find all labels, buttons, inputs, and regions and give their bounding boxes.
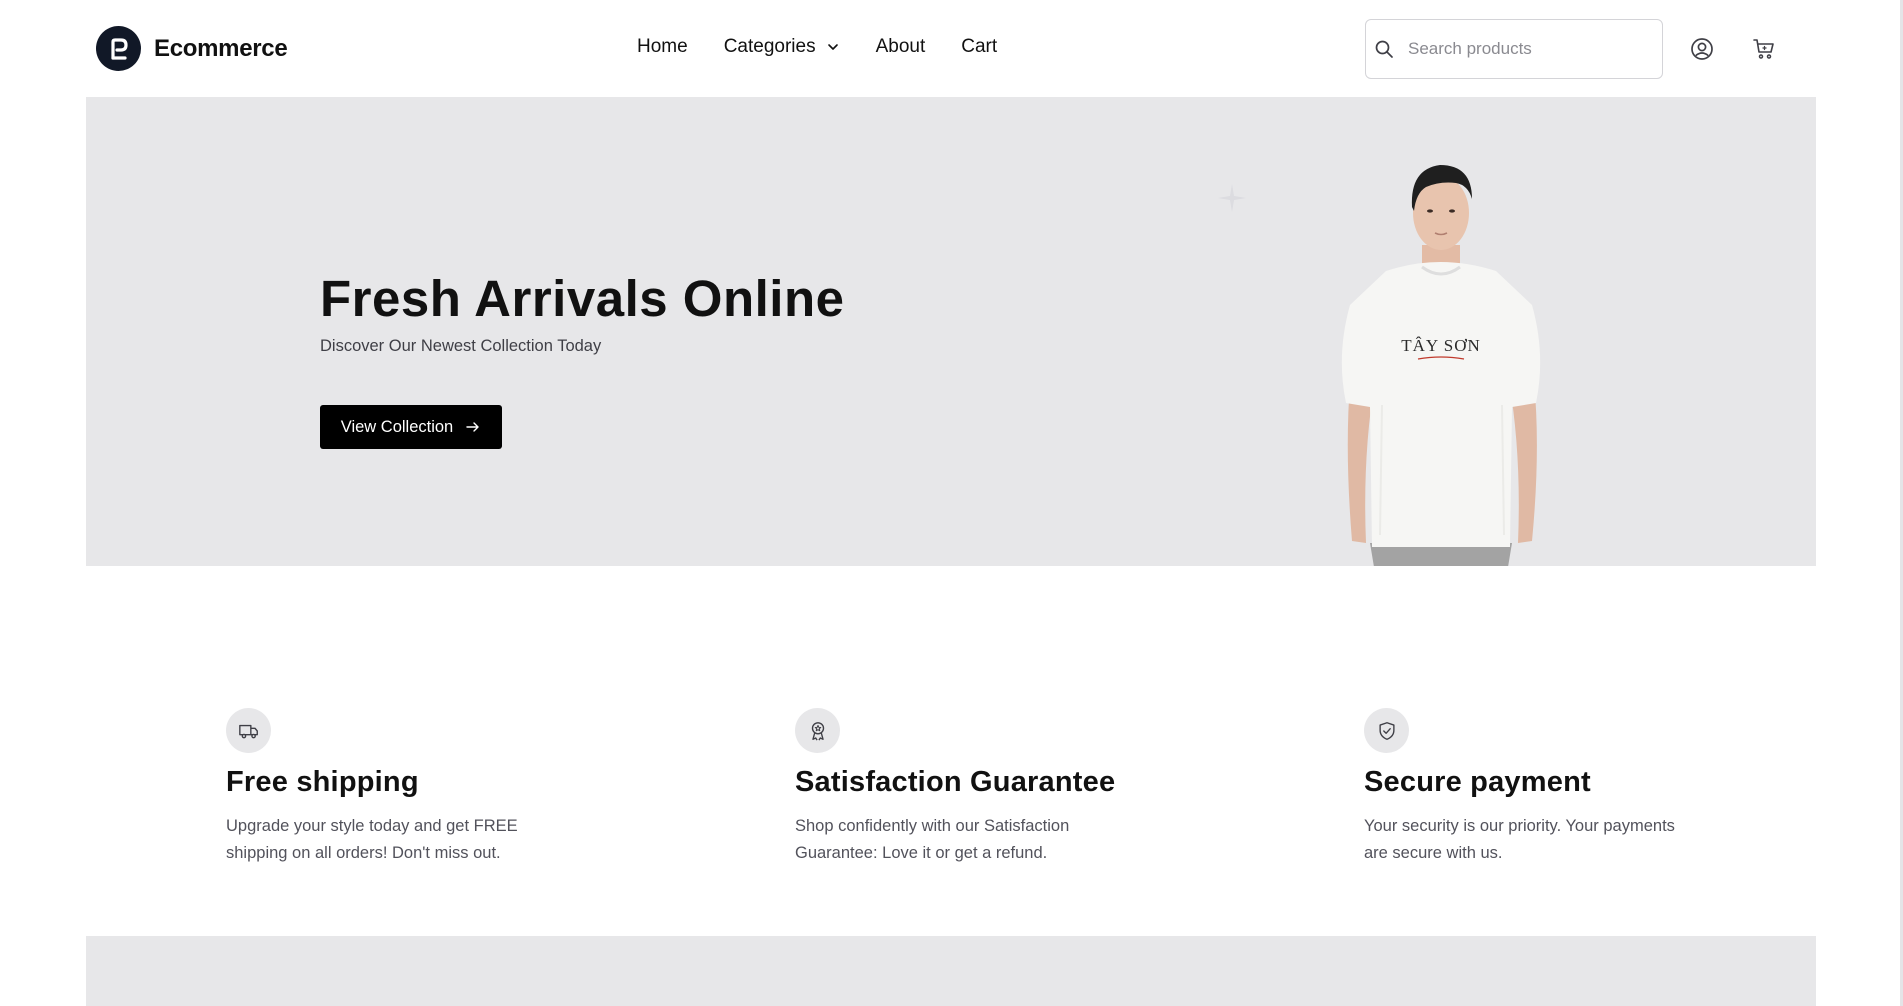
truck-icon-badge <box>226 708 271 753</box>
feature-description: Upgrade your style today and get FREE sh… <box>226 817 518 862</box>
shield-check-icon <box>1378 721 1395 740</box>
nav-categories-label: Categories <box>723 36 816 57</box>
feature-title: Free shipping <box>226 766 419 798</box>
nav-about[interactable]: About <box>876 36 926 58</box>
feature-secure-payment: Secure payment Your security is our prio… <box>1364 708 1724 867</box>
feature-description: Shop confidently with our Satisfaction G… <box>795 817 1070 862</box>
shopping-cart-icon <box>1753 39 1774 59</box>
nav-home[interactable]: Home <box>637 36 688 58</box>
account-button[interactable] <box>1689 36 1715 62</box>
next-section-banner <box>86 936 1816 1006</box>
cart-button[interactable] <box>1751 36 1777 62</box>
feature-free-shipping: Free shipping Upgrade your style today a… <box>226 708 586 867</box>
brand-name: Ecommerce <box>154 34 288 62</box>
hero-banner: Fresh Arrivals Online Discover Our Newes… <box>86 97 1816 566</box>
shield-check-icon-badge <box>1364 708 1409 753</box>
brand-logo-link[interactable]: Ecommerce <box>96 26 288 71</box>
user-circle-icon <box>1691 38 1713 60</box>
hero-title: Fresh Arrivals Online <box>320 270 845 327</box>
chevron-down-icon <box>827 44 838 50</box>
hero-model-image: TÂY SƠN <box>1341 165 1541 566</box>
view-collection-button[interactable]: View Collection <box>320 405 502 449</box>
hero-subtitle: Discover Our Newest Collection Today <box>320 337 602 355</box>
feature-title: Secure payment <box>1364 766 1591 798</box>
truck-icon <box>238 724 258 738</box>
site-header: Ecommerce Home Categories About Cart <box>0 0 1903 97</box>
sparkle-decoration <box>1218 184 1246 212</box>
award-icon <box>811 721 824 741</box>
nav-cart[interactable]: Cart <box>961 36 997 58</box>
feature-satisfaction-guarantee: Satisfaction Guarantee Shop confidently … <box>795 708 1155 867</box>
award-icon-badge <box>795 708 840 753</box>
feature-title: Satisfaction Guarantee <box>795 766 1116 798</box>
search-input[interactable] <box>1406 38 1646 60</box>
view-collection-label: View Collection <box>340 417 454 436</box>
logo-icon <box>96 26 141 71</box>
feature-description: Your security is our priority. Your paym… <box>1364 817 1675 862</box>
arrow-right-icon <box>466 422 479 432</box>
search-icon <box>1375 40 1393 58</box>
nav-categories[interactable]: Categories <box>724 36 840 58</box>
shirt-print-text: TÂY SƠN <box>1401 336 1481 355</box>
search-box <box>1365 19 1663 79</box>
main-nav: Home Categories About Cart <box>637 36 997 58</box>
